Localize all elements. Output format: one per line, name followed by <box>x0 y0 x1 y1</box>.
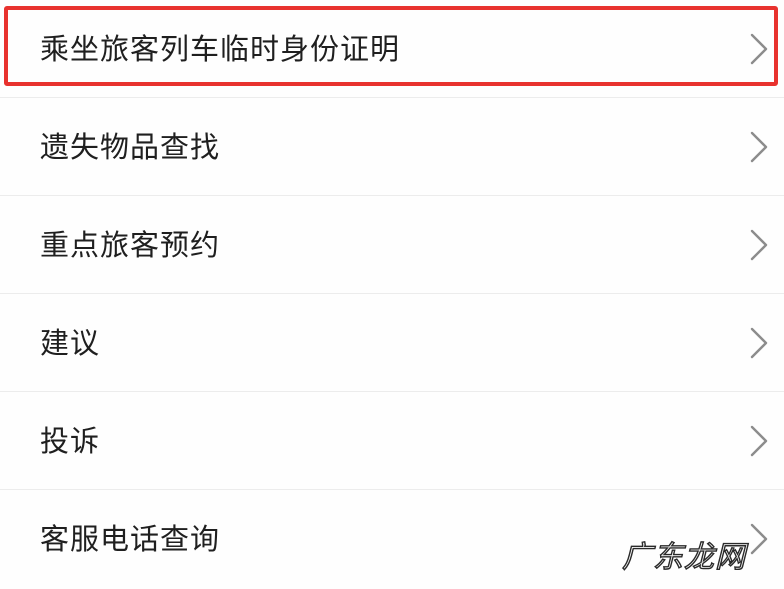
menu-item-lost-items[interactable]: 遗失物品查找 <box>0 98 784 196</box>
chevron-right-icon <box>748 326 770 360</box>
menu-item-label: 乘坐旅客列车临时身份证明 <box>40 31 401 66</box>
menu-item-label: 客服电话查询 <box>40 522 221 556</box>
chevron-right-icon <box>748 228 770 262</box>
chevron-right-icon <box>748 424 770 458</box>
menu-item-label: 重点旅客预约 <box>40 227 221 262</box>
chevron-right-icon <box>748 32 770 66</box>
menu-item-suggestion[interactable]: 建议 <box>0 294 784 392</box>
chevron-right-icon <box>748 130 770 164</box>
chevron-right-icon <box>748 522 770 556</box>
menu-item-complaint[interactable]: 投诉 <box>0 392 784 490</box>
menu-item-customer-service-phone[interactable]: 客服电话查询 <box>0 490 784 588</box>
menu-item-temporary-id-certificate[interactable]: 乘坐旅客列车临时身份证明 <box>0 0 784 98</box>
menu-item-label: 遗失物品查找 <box>40 129 221 164</box>
service-menu-list: 乘坐旅客列车临时身份证明 遗失物品查找 重点旅客预约 建议 投诉 客服电话查询 <box>0 0 784 589</box>
menu-item-label: 投诉 <box>40 423 101 458</box>
menu-item-label: 建议 <box>40 325 101 360</box>
menu-item-priority-passenger-booking[interactable]: 重点旅客预约 <box>0 196 784 294</box>
